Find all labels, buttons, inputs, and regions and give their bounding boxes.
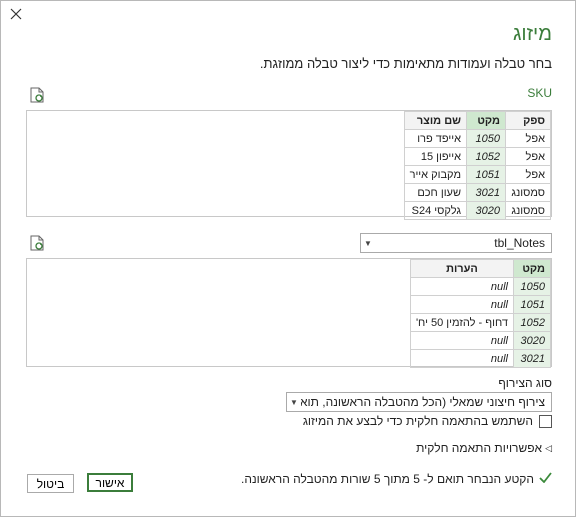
table-cell: אפל [505, 129, 551, 148]
table-row: 3021 null [409, 349, 551, 368]
table-row: 1050 null [409, 277, 551, 296]
table-row: אפל 1052 אייפון 15 [403, 147, 551, 166]
table-cell: סמסונג [505, 201, 551, 220]
column-header-product-name[interactable]: שם מוצר [403, 111, 468, 130]
table-cell: 1051 [513, 295, 551, 314]
table-cell: 1052 [513, 313, 551, 332]
dialog-subtitle: בחר טבלה ועמודות מתאימות כדי ליצור טבלה … [259, 56, 552, 71]
merge-dialog: מיזוג בחר טבלה ועמודות מתאימות כדי ליצור… [0, 0, 576, 517]
dialog-title: מיזוג [512, 23, 552, 45]
column-header-supplier[interactable]: ספק [505, 111, 551, 130]
table-cell: 3020 [513, 331, 551, 350]
table-cell: 3021 [466, 183, 506, 202]
table-cell: 1050 [466, 129, 506, 148]
column-header-notes[interactable]: הערות [409, 259, 515, 278]
chevron-down-icon[interactable]: ▼ [287, 398, 301, 407]
ok-button[interactable]: אישור [87, 473, 133, 492]
table-row: אפל 1050 אייפד פרו [403, 129, 551, 148]
refresh-preview-icon[interactable] [28, 87, 44, 103]
match-status: הקטע הנבחר תואם ל- 5 מתוך 5 שורות מהטבלה… [241, 472, 552, 486]
table-row: אפל 1051 מקבוק אייר [403, 165, 551, 184]
join-kind-select-value: צירוף חיצוני שמאלי (הכל מהטבלה הראשונה, … [301, 395, 545, 409]
table-cell: אייפון 15 [403, 147, 468, 166]
close-icon[interactable] [7, 5, 25, 23]
table-cell: null [409, 295, 515, 314]
column-header-sku[interactable]: מקט [513, 259, 551, 278]
cancel-button[interactable]: ביטול [27, 474, 74, 493]
table-cell: null [409, 331, 515, 350]
table-row: סמסונג 3020 גלקסי S24 [403, 201, 551, 220]
table-cell: סמסונג [505, 183, 551, 202]
table-cell: מקבוק אייר [403, 165, 468, 184]
table-row: סמסונג 3021 שעון חכם [403, 183, 551, 202]
first-table-name: SKU [527, 86, 552, 100]
chevron-down-icon[interactable]: ▼ [361, 239, 375, 248]
match-status-text: הקטע הנבחר תואם ל- 5 מתוך 5 שורות מהטבלה… [241, 472, 534, 486]
table-cell: null [409, 349, 515, 368]
table-cell: 1051 [466, 165, 506, 184]
first-table-grid: ספק מקט שם מוצר אפל 1050 אייפד פרו אפל 1052 א… [403, 111, 551, 220]
table-row: 1052 דחוף - להזמין 50 יח' [409, 313, 551, 332]
table-cell: אפל [505, 147, 551, 166]
second-table-select-value: tbl_Notes [494, 236, 545, 250]
table-cell: null [409, 277, 515, 296]
second-table-select[interactable]: tbl_Notes ▼ [360, 233, 552, 253]
fuzzy-match-checkbox-label[interactable]: השתמש בהתאמה חלקית כדי לבצע את המיזוג [303, 414, 533, 428]
table-cell: 1052 [466, 147, 506, 166]
table-cell: אייפד פרו [403, 129, 468, 148]
table-row: 1051 null [409, 295, 551, 314]
refresh-preview-icon[interactable] [28, 235, 44, 251]
table-cell: גלקסי S24 [403, 201, 468, 220]
fuzzy-options-label: אפשרויות התאמה חלקית [416, 441, 543, 455]
join-kind-label: סוג הצירוף [498, 376, 552, 390]
first-table-preview: ספק מקט שם מוצר אפל 1050 אייפד פרו אפל 1052 א… [26, 110, 552, 220]
table-row: 3020 null [409, 331, 551, 350]
table-cell: דחוף - להזמין 50 יח' [409, 313, 515, 332]
second-table-grid: מקט הערות 1050 null 1051 null 1052 דחוף - להז… [409, 259, 551, 368]
table-cell: 3020 [466, 201, 506, 220]
fuzzy-match-checkbox[interactable] [539, 415, 552, 428]
fuzzy-options-expander[interactable]: ◁ אפשרויות התאמה חלקית [416, 441, 552, 455]
table-cell: 3021 [513, 349, 551, 368]
join-kind-select[interactable]: צירוף חיצוני שמאלי (הכל מהטבלה הראשונה, … [286, 392, 552, 412]
table-cell: אפל [505, 165, 551, 184]
chevron-left-icon: ◁ [545, 442, 552, 453]
second-table-preview: מקט הערות 1050 null 1051 null 1052 דחוף - להז… [26, 258, 552, 368]
column-header-sku[interactable]: מקט [466, 111, 506, 130]
table-cell: 1050 [513, 277, 551, 296]
checkmark-icon [539, 472, 552, 486]
table-cell: שעון חכם [403, 183, 468, 202]
